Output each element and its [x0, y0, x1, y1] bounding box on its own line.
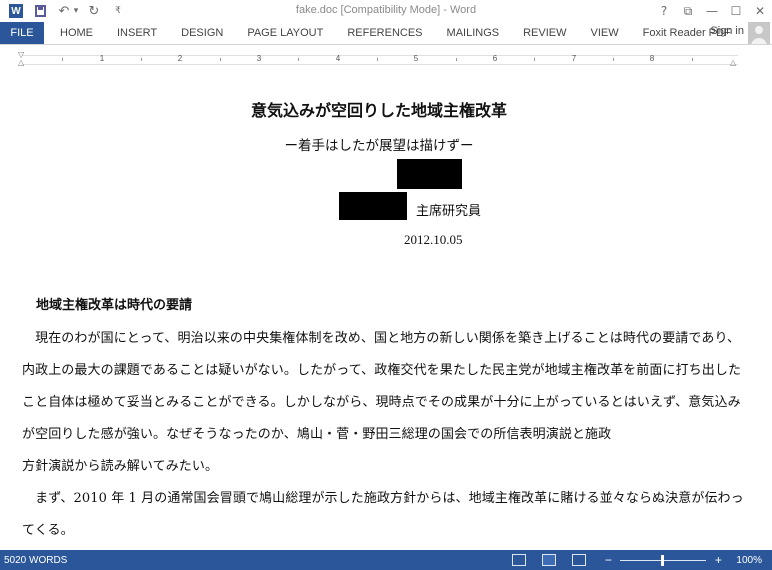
undo-button[interactable]: ↶ [54, 1, 74, 21]
tab-insert[interactable]: INSERT [105, 22, 169, 44]
paragraph-line: てくる。 [22, 523, 74, 538]
tab-page-layout[interactable]: PAGE LAYOUT [235, 22, 335, 44]
document-title: 意気込みが空回りした地域主権改革 [250, 101, 507, 120]
zoom-slider-thumb[interactable] [661, 554, 665, 566]
tab-mailings[interactable]: MAILINGS [435, 22, 512, 44]
ruler-tick [141, 58, 142, 61]
ruler-number: 6 [492, 54, 498, 63]
save-button[interactable] [30, 1, 50, 21]
redaction-block [339, 192, 407, 220]
ribbon-display-button[interactable]: ⧉ [676, 0, 700, 22]
paragraph-line: 方針演説から読み解いてみたい。 [22, 459, 219, 474]
right-indent-icon[interactable]: △ [730, 58, 736, 67]
ruler-number: 1 [99, 54, 105, 63]
ruler-number: 2 [177, 54, 183, 63]
tab-review[interactable]: REVIEW [511, 22, 578, 44]
paragraph-line: 内政上の最大の課題であることは疑いがない。したがって、政権交代を果たした民主党が… [22, 363, 742, 378]
ruler-tick [220, 58, 221, 61]
window-controls: ? ⧉ — ☐ ✕ [652, 0, 772, 22]
ruler-tick [377, 58, 378, 61]
ruler-tick [62, 58, 63, 61]
ruler-tick [456, 58, 457, 61]
status-bar: 5020 WORDS − + 100% [0, 550, 772, 570]
ruler-number: 3 [256, 54, 262, 63]
help-button[interactable]: ? [652, 0, 676, 22]
title-bar: W ↶ ▾ ↻ ₹ fake.doc [Compatibility Mode] … [0, 0, 772, 22]
print-layout-icon[interactable] [542, 554, 557, 566]
read-mode-icon[interactable] [512, 554, 527, 566]
word-logo-icon[interactable]: W [6, 1, 26, 21]
left-indent-icon[interactable]: △ [18, 58, 24, 67]
redo-button[interactable]: ↻ [84, 1, 104, 21]
zoom-slider[interactable] [620, 554, 707, 566]
ruler-number: 5 [413, 54, 419, 63]
zoom-in-button[interactable]: + [712, 553, 724, 567]
status-right-controls: − + 100% [512, 550, 762, 570]
sign-in-link[interactable]: Sign in [710, 25, 744, 37]
maximize-button[interactable]: ☐ [724, 0, 748, 22]
undo-dropdown-icon[interactable]: ▾ [72, 1, 80, 21]
zoom-level[interactable]: 100% [736, 555, 762, 566]
horizontal-ruler[interactable]: ▽ △ △ 1 2 3 4 5 6 7 8 [0, 50, 772, 67]
customize-qat-icon[interactable]: ₹ [108, 1, 128, 21]
avatar[interactable] [748, 22, 770, 44]
minimize-button[interactable]: — [700, 0, 724, 22]
tab-design[interactable]: DESIGN [169, 22, 235, 44]
ruler-tick [298, 58, 299, 61]
ruler-tick [613, 58, 614, 61]
document-date: 2012.10.05 [404, 232, 463, 247]
ruler-number: 4 [335, 54, 341, 63]
ruler-tick [534, 58, 535, 61]
ruler-track [22, 55, 738, 65]
save-icon [34, 5, 46, 17]
word-logo-glyph: W [9, 4, 23, 18]
quick-access-toolbar: W ↶ ▾ ↻ ₹ [0, 0, 132, 22]
ruler-number: 7 [571, 54, 577, 63]
zoom-out-button[interactable]: − [602, 553, 614, 567]
paragraph-line: 現在のわが国にとって、明治以来の中央集権体制を改め、国と地方の新しい関係を築き上… [22, 331, 741, 346]
web-layout-icon[interactable] [572, 554, 587, 566]
ruler-number: 8 [649, 54, 655, 63]
close-button[interactable]: ✕ [748, 0, 772, 22]
ruler-tick [692, 58, 693, 61]
redaction-block [397, 159, 462, 189]
document-page[interactable]: 意気込みが空回りした地域主権改革 ー着手はしたが展望は描けずー 主席研究員 20… [0, 67, 772, 550]
paragraph-line: こと自体は極めて妥当とみることができる。しかしながら、現時点でその成果が十分に上… [22, 395, 741, 410]
paragraph-line: まず、2010 年 1 月の通常国会冒頭で鳩山総理が示した施政方針からは、地域主… [22, 491, 744, 506]
tab-references[interactable]: REFERENCES [335, 22, 434, 44]
paragraph-line: が空回りした感が強い。なぜそうなったのか、鳩山・菅・野田三総理の国会での所信表明… [22, 427, 612, 442]
author-role: 主席研究員 [416, 204, 482, 219]
ribbon-tabs: FILE HOME INSERT DESIGN PAGE LAYOUT REFE… [0, 22, 772, 45]
tab-home[interactable]: HOME [44, 22, 105, 44]
tab-file[interactable]: FILE [0, 22, 44, 44]
document-subtitle: ー着手はしたが展望は描けずー [284, 138, 474, 154]
section-heading: 地域主権改革は時代の要請 [36, 298, 193, 313]
word-count[interactable]: 5020 WORDS [4, 555, 67, 566]
tab-view[interactable]: VIEW [579, 22, 631, 44]
